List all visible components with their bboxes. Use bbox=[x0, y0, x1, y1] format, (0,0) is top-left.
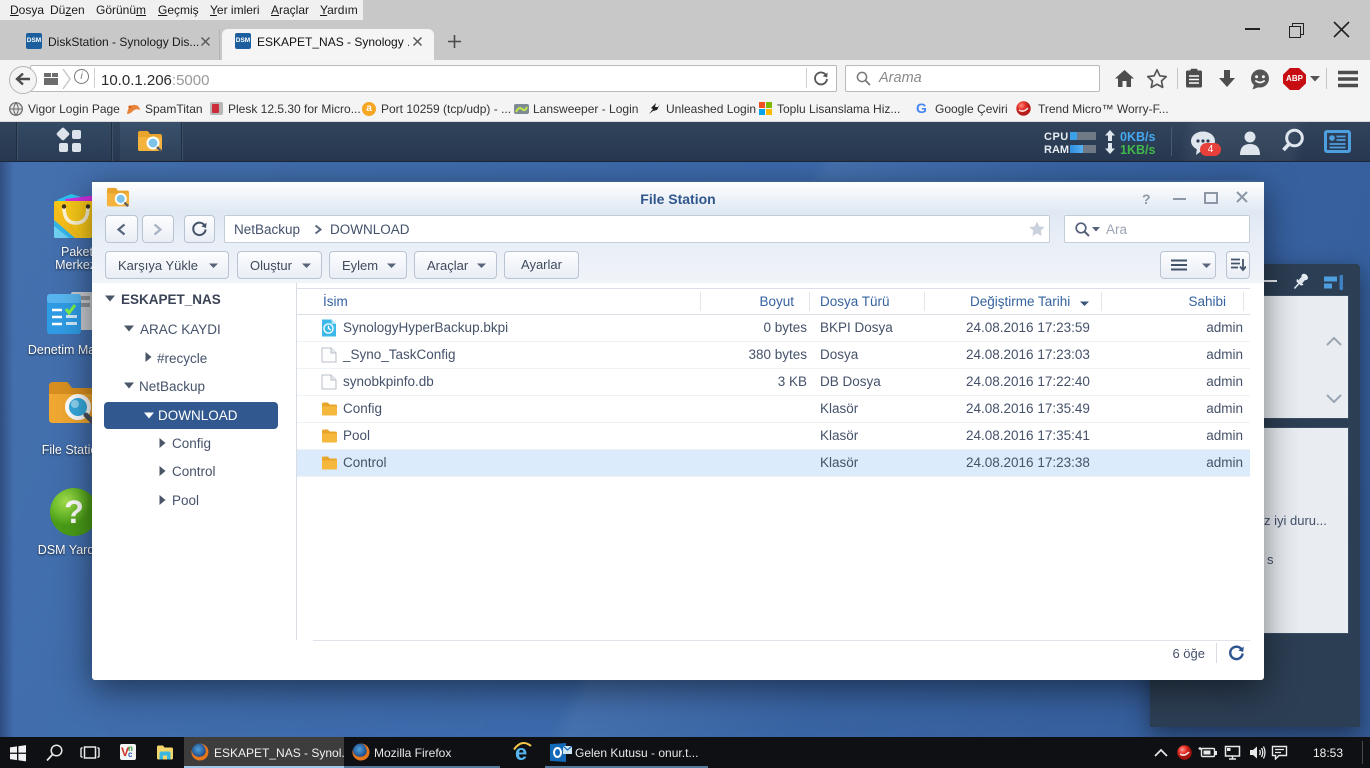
svg-text:?: ? bbox=[64, 494, 84, 530]
